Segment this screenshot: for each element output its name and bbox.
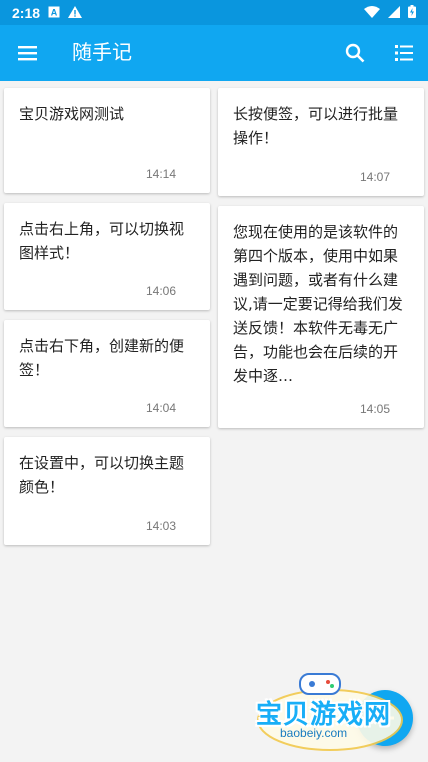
note-time: 14:07 [359, 170, 390, 184]
notification-a-icon: A [48, 5, 60, 21]
list-view-icon[interactable] [393, 41, 417, 65]
menu-icon[interactable] [15, 41, 41, 65]
note-time: 14:03 [145, 519, 176, 533]
note-text: 点击右下角，创建新的便签！ [19, 337, 185, 379]
note-time: 14:06 [145, 284, 176, 298]
status-time: 2:18 [12, 4, 41, 21]
note-text: 在设置中，可以切换主题颜色！ [19, 454, 185, 496]
signal-icon [388, 5, 400, 21]
battery-charging-icon [408, 4, 416, 21]
note-card[interactable]: 长按便签，可以进行批量操作！ 14:07 [218, 88, 424, 196]
note-card[interactable]: 点击右下角，创建新的便签！ 14:04 [4, 320, 210, 427]
note-card[interactable]: 点击右上角，可以切换视图样式！ 14:06 [4, 203, 210, 310]
app-title: 随手记 [72, 40, 132, 64]
status-bar: 2:18 A [0, 0, 428, 25]
svg-text:A: A [51, 7, 58, 17]
watermark-logo: 宝贝游戏网 baobeiy.com [250, 668, 410, 758]
note-text: 长按便签，可以进行批量操作！ [233, 105, 399, 147]
note-card[interactable]: 您现在使用的是该软件的第四个版本，使用中如果遇到问题，或者有什么建议,请一定要记… [218, 206, 424, 428]
search-icon[interactable] [343, 41, 367, 65]
app-bar: 随手记 [0, 25, 428, 81]
note-card[interactable]: 宝贝游戏网测试 14:14 [4, 88, 210, 193]
note-text: 您现在使用的是该软件的第四个版本，使用中如果遇到问题，或者有什么建议,请一定要记… [233, 223, 403, 385]
note-time: 14:04 [145, 401, 176, 415]
watermark-url: baobeiy.com [280, 726, 348, 740]
note-text: 点击右上角，可以切换视图样式！ [19, 220, 185, 262]
warning-icon [68, 5, 83, 21]
note-text: 宝贝游戏网测试 [19, 105, 125, 123]
note-time: 14:14 [145, 167, 176, 181]
note-card[interactable]: 在设置中，可以切换主题颜色！ 14:03 [4, 437, 210, 545]
wifi-icon [364, 5, 380, 21]
note-time: 14:05 [359, 402, 390, 416]
